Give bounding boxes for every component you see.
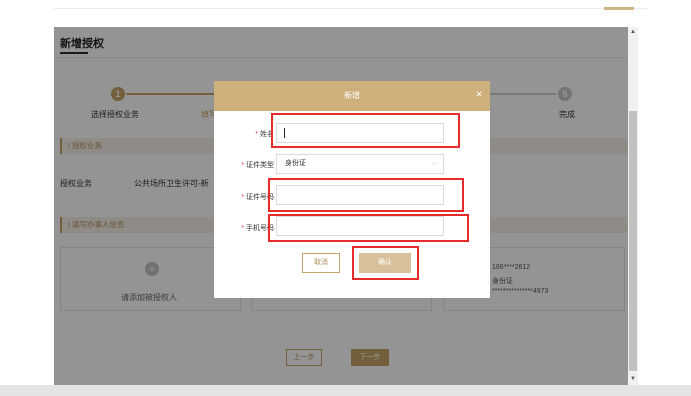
- highlight-name-field: [271, 113, 460, 148]
- vertical-scrollbar[interactable]: ▲ ▼: [628, 27, 638, 385]
- id-type-field-label: * 证件类型: [228, 160, 274, 170]
- top-accent-tab[interactable]: [604, 7, 634, 10]
- highlight-confirm-button: [352, 246, 419, 280]
- required-mark: *: [241, 194, 244, 201]
- top-bar: [0, 0, 691, 22]
- bottom-bar: [0, 385, 691, 396]
- id-type-selected-value: 身份证: [285, 160, 306, 167]
- dialog-header: 新增 ×: [214, 81, 490, 111]
- id-type-select[interactable]: 身份证 ⌵: [276, 154, 444, 174]
- scroll-down-arrow-icon[interactable]: ▼: [628, 375, 638, 384]
- name-field-label: * 姓名: [244, 129, 274, 139]
- close-icon[interactable]: ×: [472, 87, 486, 101]
- top-divider: [54, 8, 647, 9]
- cancel-button[interactable]: 取消: [302, 253, 340, 273]
- required-mark: *: [241, 162, 244, 169]
- required-mark: *: [255, 131, 258, 138]
- id-type-label-text: 证件类型: [246, 162, 274, 169]
- required-mark: *: [241, 225, 244, 232]
- chevron-down-icon: ⌵: [431, 160, 437, 167]
- scroll-thumb[interactable]: [629, 111, 637, 371]
- highlight-id-number-field: [268, 178, 464, 212]
- dialog-title: 新增: [344, 91, 360, 100]
- highlight-phone-field: [268, 214, 469, 242]
- scroll-up-arrow-icon[interactable]: ▲: [628, 28, 638, 37]
